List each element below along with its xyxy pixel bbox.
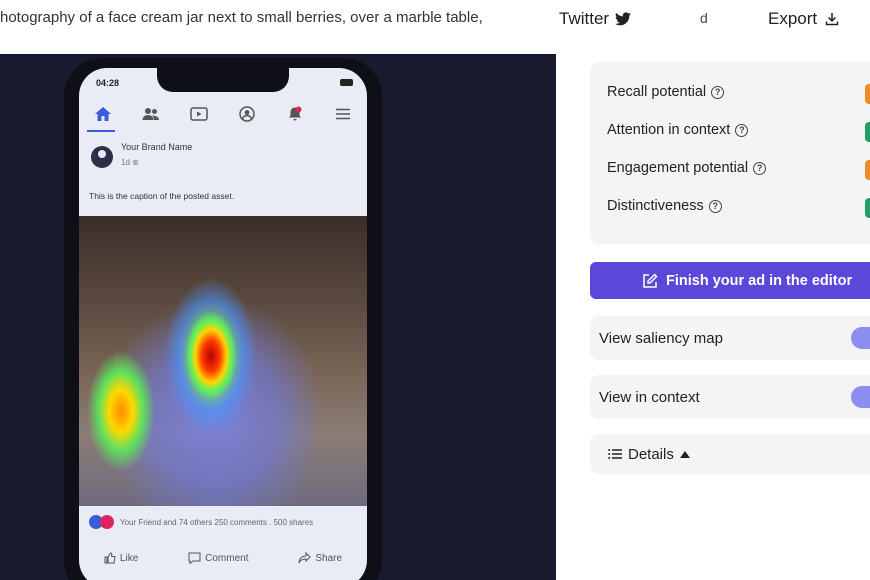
finish-button-label: Finish your ad in the editor bbox=[666, 272, 853, 289]
caret-up-icon bbox=[679, 450, 690, 458]
metric-distinctiveness: Distinctiveness ? bbox=[607, 198, 722, 214]
avatar[interactable] bbox=[91, 146, 113, 168]
share-action[interactable]: Share bbox=[298, 552, 342, 564]
context-toggle-row[interactable]: View in context bbox=[590, 375, 870, 419]
metric-score-indicator bbox=[865, 160, 870, 180]
thumbs-up-icon bbox=[104, 552, 116, 564]
post-actions: Like Comment Share bbox=[79, 546, 367, 570]
profile-icon[interactable] bbox=[236, 103, 258, 125]
globe-icon: ⊛ bbox=[132, 158, 139, 167]
help-icon[interactable]: ? bbox=[711, 85, 725, 99]
menu-icon[interactable] bbox=[332, 103, 354, 125]
prompt-text: hotography of a face cream jar next to s… bbox=[0, 9, 483, 26]
metric-label: Recall potential bbox=[607, 84, 707, 100]
metric-label: Engagement potential bbox=[607, 160, 749, 176]
help-icon[interactable]: ? bbox=[708, 199, 722, 213]
details-label: Details bbox=[628, 445, 674, 463]
help-icon[interactable]: ? bbox=[753, 161, 767, 175]
post-caption: This is the caption of the posted asset. bbox=[89, 191, 235, 201]
phone-notch bbox=[157, 68, 289, 92]
phone-mockup: 04:28 Your Brand Name 1d ⊛ This is the c… bbox=[64, 58, 382, 580]
analysis-panel: Recall potential ? Attention in context … bbox=[590, 0, 870, 580]
details-toggle[interactable]: Details bbox=[590, 434, 870, 474]
saliency-toggle[interactable] bbox=[851, 327, 870, 349]
saliency-map-image bbox=[79, 216, 367, 506]
metric-label: Attention in context bbox=[607, 122, 731, 138]
home-icon[interactable] bbox=[92, 103, 114, 125]
notifications-icon[interactable] bbox=[284, 103, 306, 125]
metric-score-indicator bbox=[865, 198, 870, 218]
metric-score-indicator bbox=[865, 122, 870, 142]
share-label: Share bbox=[315, 552, 343, 564]
status-time: 04:28 bbox=[96, 78, 120, 88]
saliency-toggle-label: View saliency map bbox=[599, 329, 723, 347]
context-toggle-label: View in context bbox=[599, 388, 700, 406]
finish-in-editor-button[interactable]: Finish your ad in the editor bbox=[590, 262, 870, 299]
like-label: Like bbox=[119, 552, 139, 564]
battery-icon bbox=[340, 79, 353, 86]
metric-engagement: Engagement potential ? bbox=[607, 160, 767, 176]
social-nav-bar bbox=[79, 98, 367, 130]
metrics-card: Recall potential ? Attention in context … bbox=[590, 62, 870, 244]
post-time: 1d bbox=[121, 158, 130, 167]
saliency-toggle-row[interactable]: View saliency map bbox=[590, 316, 870, 360]
love-reaction-icon bbox=[100, 515, 114, 529]
list-icon bbox=[608, 449, 622, 459]
phone-screen: 04:28 Your Brand Name 1d ⊛ This is the c… bbox=[79, 68, 367, 580]
metric-score-indicator bbox=[865, 84, 870, 104]
post-header: Your Brand Name 1d ⊛ bbox=[91, 142, 192, 168]
edit-icon bbox=[643, 272, 658, 288]
metric-recall: Recall potential ? bbox=[607, 84, 725, 100]
active-tab-indicator bbox=[87, 130, 115, 132]
reactions-bar: Your Friend and 74 others 250 comments .… bbox=[79, 506, 367, 538]
metric-label: Distinctiveness bbox=[607, 198, 704, 214]
metric-attention: Attention in context ? bbox=[607, 122, 749, 138]
video-icon[interactable] bbox=[188, 103, 210, 125]
like-action[interactable]: Like bbox=[104, 552, 138, 564]
context-toggle[interactable] bbox=[851, 386, 870, 408]
comment-action[interactable]: Comment bbox=[188, 552, 249, 564]
ad-preview-area: 04:28 Your Brand Name 1d ⊛ This is the c… bbox=[0, 54, 556, 580]
help-icon[interactable]: ? bbox=[735, 123, 749, 137]
friends-icon[interactable] bbox=[140, 103, 162, 125]
comment-label: Comment bbox=[205, 552, 249, 564]
comment-icon bbox=[188, 552, 201, 564]
share-icon bbox=[298, 552, 312, 564]
reactions-text: Your Friend and 74 others 250 comments .… bbox=[120, 517, 314, 527]
brand-name[interactable]: Your Brand Name bbox=[121, 142, 192, 152]
